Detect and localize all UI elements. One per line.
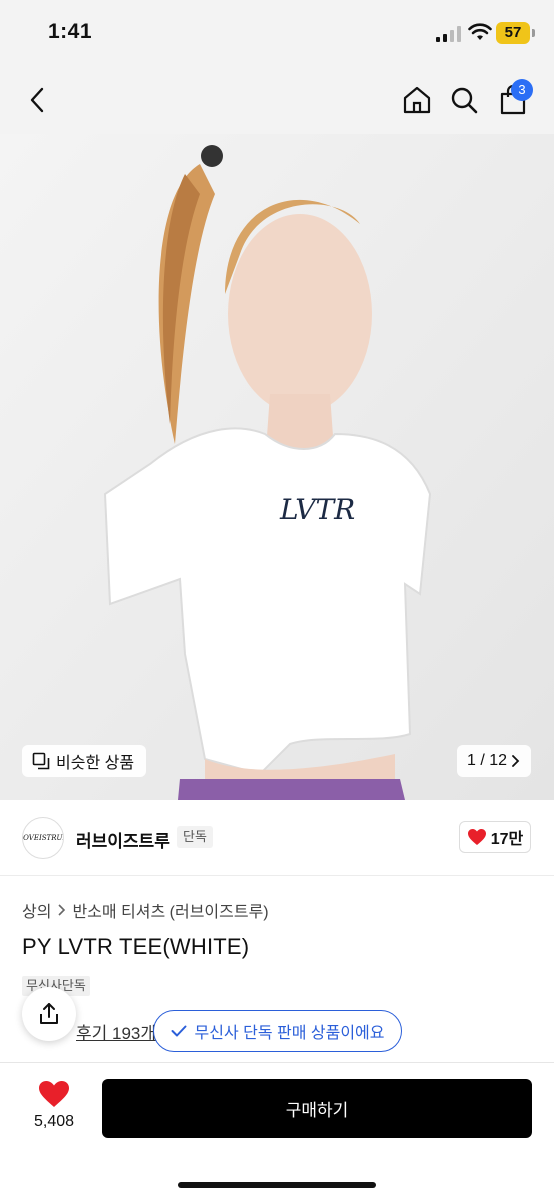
search-icon [451, 87, 478, 114]
product-image[interactable]: LVTR [0, 134, 554, 800]
brand-exclusive-tag: 단독 [177, 826, 213, 848]
review-link[interactable]: 후기 193개 [76, 1019, 156, 1044]
chevron-right-icon [58, 904, 66, 916]
similar-products-label: 비슷한 상품 [56, 755, 135, 772]
chevron-right-icon [512, 755, 520, 767]
home-button[interactable] [397, 80, 437, 120]
search-button[interactable] [444, 80, 484, 120]
wishlist-heart-icon[interactable] [38, 1080, 70, 1108]
brand-row[interactable]: LOVEISTRUE 러브이즈트루 단독 17만 [0, 800, 554, 876]
battery-indicator: 57 [496, 22, 530, 44]
breadcrumb: 상의 반소매 티셔츠 (러브이즈트루) [22, 898, 269, 922]
toast-message: 무신사 단독 판매 상품이에요 [194, 1025, 385, 1042]
image-counter-label: 1 / 12 [466, 752, 508, 769]
product-photo-illustration: LVTR [0, 134, 554, 800]
status-bar: 1:41 57 [0, 0, 554, 66]
check-icon [171, 1025, 186, 1037]
exclusive-toast: 무신사 단독 판매 상품이에요 [153, 1010, 402, 1052]
wifi-icon [468, 23, 492, 40]
svg-text:LVTR: LVTR [279, 493, 355, 526]
status-time: 1:41 [48, 20, 93, 43]
image-counter[interactable]: 1 / 12 [457, 745, 531, 777]
breadcrumb-category[interactable]: 상의 [22, 898, 51, 922]
brand-like-count: 17만 [490, 831, 524, 848]
brand-name[interactable]: 러브이즈트루 [76, 827, 170, 852]
similar-items-icon [32, 752, 50, 770]
back-icon [30, 87, 44, 113]
brand-logo-text: LOVEISTRUE [23, 834, 63, 842]
wishlist-count: 5,408 [33, 1113, 75, 1130]
breadcrumb-subcategory[interactable]: 반소매 티셔츠 (러브이즈트루) [72, 898, 268, 922]
similar-products-button[interactable]: 비슷한 상품 [22, 745, 147, 777]
share-button[interactable] [22, 987, 76, 1041]
product-title: PY LVTR TEE(WHITE) [22, 934, 250, 959]
cart-count-badge: 3 [511, 79, 533, 101]
back-button[interactable] [18, 80, 58, 120]
brand-like-button[interactable]: 17만 [459, 821, 531, 853]
brand-logo[interactable]: LOVEISTRUE [22, 817, 64, 859]
home-indicator [178, 1182, 376, 1188]
share-icon [40, 1003, 58, 1024]
heart-icon [467, 829, 486, 845]
battery-tip [532, 29, 535, 37]
cellular-signal-icon [436, 26, 461, 42]
home-icon [403, 86, 431, 114]
top-navigation [0, 66, 554, 134]
buy-button[interactable]: 구매하기 [102, 1079, 532, 1138]
